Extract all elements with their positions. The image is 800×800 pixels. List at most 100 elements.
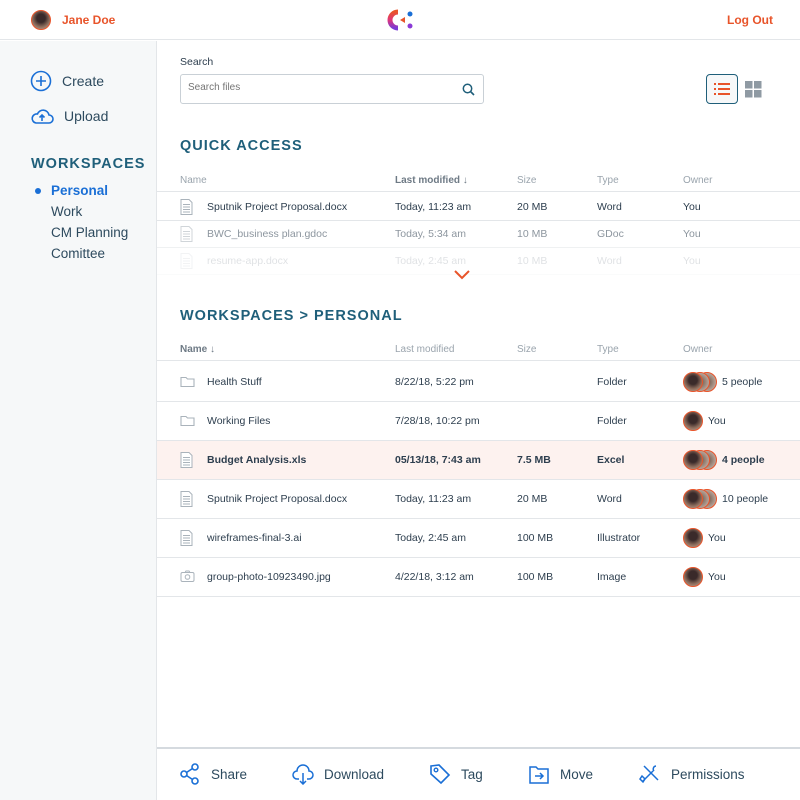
- column-header-1[interactable]: Last modified ↓: [395, 175, 468, 186]
- permissions-button[interactable]: Permissions: [639, 763, 745, 785]
- list-view-toggle[interactable]: [706, 74, 738, 104]
- action-label: Move: [560, 766, 594, 782]
- file-owner: 5 people: [722, 376, 763, 388]
- file-row[interactable]: group-photo-10923490.jpg 4/22/18, 3:12 am…: [157, 558, 800, 597]
- move-icon: [529, 766, 549, 784]
- search-label: Search: [180, 56, 214, 68]
- search-icon[interactable]: [462, 83, 475, 96]
- file-row[interactable]: Sputnik Project Proposal.docx Today, 11:2…: [157, 480, 800, 519]
- quick-access-heading: QUICK ACCESS: [180, 138, 303, 154]
- file-modified: Today, 2:45 am: [395, 532, 467, 544]
- column-header-3[interactable]: Type: [597, 175, 619, 186]
- image-icon: [180, 570, 195, 582]
- folder-icon: [180, 376, 195, 388]
- workspace-comittee[interactable]: Comittee: [51, 246, 105, 261]
- column-header-2[interactable]: Size: [517, 175, 536, 186]
- action-bar: Share Download Tag Move Permissions: [157, 747, 800, 800]
- owner-avatar: [683, 489, 703, 509]
- owner-avatar: [683, 450, 703, 470]
- file-type: Excel: [597, 454, 625, 466]
- column-header-4[interactable]: Owner: [683, 175, 712, 186]
- file-owner: You: [683, 228, 701, 240]
- top-bar: Jane Doe Log Out: [0, 0, 800, 40]
- workspace-work[interactable]: Work: [51, 204, 82, 219]
- file-icon: [180, 253, 193, 269]
- cloud-upload-icon: [31, 109, 54, 124]
- file-icon: [180, 199, 193, 215]
- file-size: 20 MB: [517, 493, 548, 505]
- grid-view-toggle[interactable]: [745, 81, 762, 98]
- file-row[interactable]: BWC_business plan.gdoc Today, 5:34 am 10 M…: [157, 221, 800, 248]
- column-header-1[interactable]: Last modified: [395, 344, 454, 355]
- file-row[interactable]: resume-app.docx Today, 2:45 am 10 MB Word Yo…: [157, 248, 800, 275]
- file-size: 10 MB: [517, 228, 548, 240]
- file-type: Illustrator: [597, 532, 641, 544]
- user-name[interactable]: Jane Doe: [62, 13, 115, 27]
- owner-avatar: [683, 372, 703, 392]
- search-input[interactable]: [188, 82, 448, 93]
- workspace-files-heading: WORKSPACES > PERSONAL: [180, 308, 403, 324]
- owner-avatar: [683, 411, 703, 431]
- tag-button[interactable]: Tag: [429, 763, 483, 785]
- header-divider: [157, 360, 800, 361]
- workspace-cm-planning[interactable]: CM Planning: [51, 225, 128, 240]
- logout-link[interactable]: Log Out: [727, 13, 773, 27]
- file-row[interactable]: Health Stuff 8/22/18, 5:22 pm Folder 5 peop…: [157, 363, 800, 402]
- user-avatar[interactable]: [31, 10, 51, 30]
- upload-label: Upload: [64, 108, 109, 124]
- share-button[interactable]: Share: [179, 763, 247, 785]
- action-label: Download: [324, 766, 385, 782]
- file-modified: Today, 11:23 am: [395, 493, 472, 505]
- file-icon: [180, 491, 193, 507]
- plus-circle-icon: [30, 70, 52, 92]
- file-owner: You: [708, 415, 726, 427]
- action-label: Share: [211, 766, 248, 782]
- download-button[interactable]: Download: [292, 763, 384, 785]
- owner-avatar: [683, 567, 703, 587]
- upload-button[interactable]: Upload: [30, 105, 108, 127]
- file-icon: [180, 452, 193, 468]
- file-modified: 05/13/18, 7:43 am: [395, 454, 481, 466]
- sidebar: Create Upload WORKSPACES Personal Work C…: [0, 41, 157, 800]
- file-size: 20 MB: [517, 201, 548, 213]
- file-owner: You: [708, 571, 726, 583]
- expand-chevron-icon[interactable]: [454, 270, 470, 280]
- folder-icon: [180, 415, 195, 427]
- tag-icon: [430, 764, 451, 785]
- file-type: Folder: [597, 376, 627, 388]
- permissions-icon: [639, 765, 659, 784]
- file-name: resume-app.docx: [207, 255, 289, 267]
- file-row[interactable]: wireframes-final-3.ai Today, 2:45 am 100 M…: [157, 519, 800, 558]
- file-name: group-photo-10923490.jpg: [207, 571, 331, 583]
- download-icon: [292, 764, 314, 785]
- file-modified: Today, 11:23 am: [395, 201, 472, 213]
- file-type: GDoc: [597, 228, 624, 240]
- file-name: Sputnik Project Proposal.docx: [207, 493, 348, 505]
- file-owner: You: [708, 532, 726, 544]
- file-owner: 4 people: [722, 454, 765, 466]
- move-button[interactable]: Move: [528, 763, 593, 785]
- file-size: 100 MB: [517, 532, 554, 544]
- file-name: Budget Analysis.xls: [207, 454, 307, 466]
- workspace-personal[interactable]: Personal: [51, 183, 108, 198]
- file-owner: 10 people: [722, 493, 769, 505]
- file-row[interactable]: Budget Analysis.xls 05/13/18, 7:43 am 7.5 …: [157, 441, 800, 480]
- file-modified: Today, 5:34 am: [395, 228, 467, 240]
- file-name: Health Stuff: [207, 376, 262, 388]
- column-header-0[interactable]: Name ↓: [180, 344, 215, 355]
- file-owner: You: [683, 201, 701, 213]
- file-icon: [180, 226, 193, 242]
- file-row[interactable]: Sputnik Project Proposal.docx Today, 11:2…: [157, 194, 800, 221]
- column-header-2[interactable]: Size: [517, 344, 536, 355]
- file-name: BWC_business plan.gdoc: [207, 228, 328, 240]
- column-header-3[interactable]: Type: [597, 344, 619, 355]
- file-size: 7.5 MB: [517, 454, 551, 466]
- file-type: Image: [597, 571, 627, 583]
- column-header-4[interactable]: Owner: [683, 344, 712, 355]
- file-row[interactable]: Working Files 7/28/18, 10:22 pm Folder You: [157, 402, 800, 441]
- search-box: [180, 74, 484, 104]
- column-header-0[interactable]: Name: [180, 175, 207, 186]
- file-type: Word: [597, 201, 622, 213]
- create-button[interactable]: Create: [30, 70, 104, 92]
- file-name: Working Files: [207, 415, 271, 427]
